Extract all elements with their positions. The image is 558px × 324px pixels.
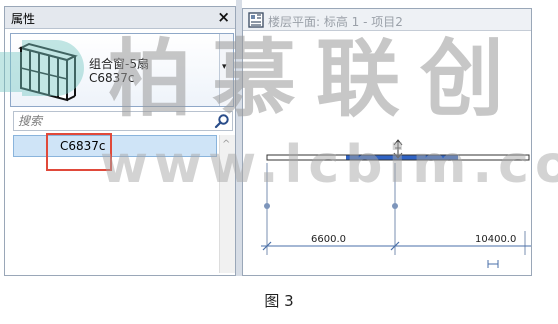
floor-plan-view: 楼层平面: 标高 1 - 项目2 6600.0 10400.0 <box>242 8 532 276</box>
search-icon[interactable] <box>214 113 230 129</box>
dimension-marker-icon <box>487 260 499 268</box>
properties-panel: 属性 × 组合窗-5扇 C6837c ▾ C6837c <box>4 6 236 276</box>
type-name-label: C6837c <box>89 71 135 85</box>
dimension-grip[interactable] <box>264 203 270 209</box>
view-title: 楼层平面: 标高 1 - 项目2 <box>268 15 403 29</box>
close-icon[interactable]: × <box>217 8 230 26</box>
chevron-down-icon: ▾ <box>222 62 227 72</box>
window-thumbnail-icon <box>18 42 78 102</box>
type-list-scrollbar[interactable]: ^ <box>219 135 235 273</box>
plan-canvas[interactable]: 6600.0 10400.0 <box>243 31 531 275</box>
dimension-text[interactable]: 10400.0 <box>475 234 516 245</box>
dimension-text[interactable]: 6600.0 <box>311 234 346 245</box>
type-dropdown-button[interactable]: ▾ <box>219 34 233 106</box>
figure-caption: 图 3 <box>264 292 294 310</box>
search-input[interactable] <box>14 112 214 130</box>
type-search-box[interactable] <box>13 111 233 131</box>
flip-arrows-icon[interactable] <box>393 139 403 159</box>
view-titlebar: 楼层平面: 标高 1 - 项目2 <box>243 9 531 31</box>
type-selector[interactable]: 组合窗-5扇 C6837c ▾ <box>10 33 234 107</box>
properties-title: 属性 <box>11 12 36 26</box>
type-family-label: 组合窗-5扇 <box>89 57 149 71</box>
highlight-box <box>46 133 112 171</box>
properties-titlebar: 属性 × <box>5 7 235 29</box>
floor-plan-view-icon <box>248 12 264 28</box>
type-list-item[interactable]: C6837c <box>13 135 217 157</box>
dimension-grip[interactable] <box>392 203 398 209</box>
scroll-up-icon[interactable]: ^ <box>222 139 230 150</box>
